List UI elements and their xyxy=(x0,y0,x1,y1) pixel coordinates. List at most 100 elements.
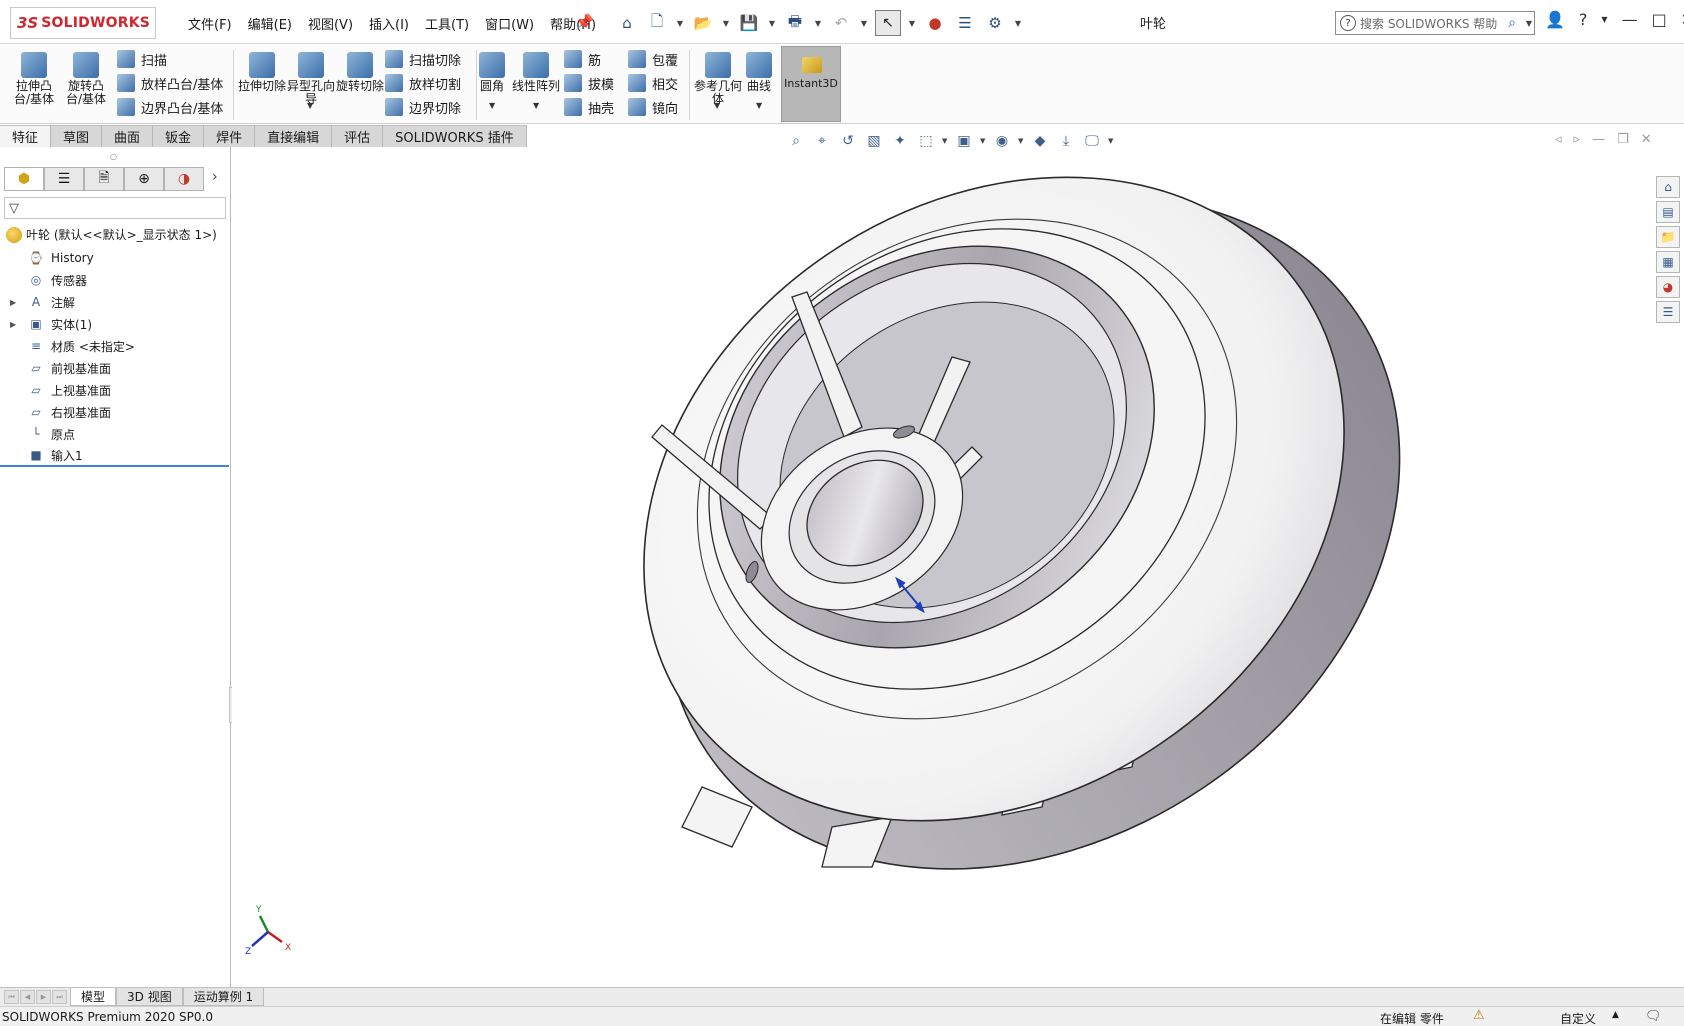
solidworks-resources-icon[interactable]: ⌂ xyxy=(1656,176,1680,198)
tree-item[interactable]: ◎ 传感器 xyxy=(0,269,229,291)
design-library-icon[interactable]: ▤ xyxy=(1656,201,1680,223)
mirror-button[interactable]: 镜向 xyxy=(628,96,678,118)
options-icon[interactable]: ⚙ xyxy=(983,11,1007,35)
tree-item[interactable]: └ 原点 xyxy=(0,423,229,445)
viewport-close-icon[interactable]: ✕ xyxy=(1641,132,1652,147)
pin-menu-icon[interactable]: 📌 xyxy=(575,13,594,31)
select-icon[interactable]: ↖ xyxy=(875,10,901,36)
intersect-button[interactable]: 相交 xyxy=(628,72,678,94)
wrap-button[interactable]: 包覆 xyxy=(628,48,678,70)
filter-icon[interactable]: ▽ xyxy=(9,201,19,216)
appearances-icon[interactable]: ◕ xyxy=(1656,276,1680,298)
unit-system[interactable]: 自定义 xyxy=(1560,1010,1596,1026)
search-input[interactable]: 搜索 SOLIDWORKS 帮助 xyxy=(1360,15,1497,32)
view-palette-icon[interactable]: ▦ xyxy=(1656,251,1680,273)
previous-tab-icon[interactable]: ◀ xyxy=(20,990,35,1004)
search-icon[interactable]: ⌕ xyxy=(1508,15,1516,31)
feedback-icon[interactable]: 🗨 xyxy=(1645,1009,1662,1024)
shell-button[interactable]: 抽壳 xyxy=(564,96,614,118)
file-explorer-icon[interactable]: 📁 xyxy=(1656,226,1680,248)
reference-geometry-dropdown-icon[interactable]: ▼ xyxy=(714,101,720,110)
linear-pattern-dropdown-icon[interactable]: ▼ xyxy=(533,101,539,110)
select-dropdown-icon[interactable]: ▼ xyxy=(907,11,917,35)
menu-window[interactable]: 窗口(W) xyxy=(477,12,542,35)
rib-button[interactable]: 筋 xyxy=(564,48,601,70)
extrude-cut-button[interactable]: 拉伸切除 xyxy=(236,52,288,93)
undo-icon[interactable]: ↶ xyxy=(829,11,853,35)
print-dropdown-icon[interactable]: ▼ xyxy=(813,11,823,35)
view-orientation-dropdown-icon[interactable]: ▼ xyxy=(942,137,948,145)
last-tab-icon[interactable]: ⏭ xyxy=(52,990,67,1004)
tab-features[interactable]: 特征 xyxy=(0,125,52,147)
tree-item[interactable]: ▶ A 注解 xyxy=(0,291,229,313)
hide-show-dropdown-icon[interactable]: ▼ xyxy=(1018,137,1024,145)
view-settings-dropdown-icon[interactable]: ▼ xyxy=(1108,137,1114,145)
tab-sketch[interactable]: 草图 xyxy=(51,125,103,147)
rebuild-icon[interactable]: ● xyxy=(923,11,947,35)
tree-item[interactable]: ▶ ▣ 实体(1) xyxy=(0,313,229,335)
tab-evaluate[interactable]: 评估 xyxy=(332,125,384,147)
swept-cut-button[interactable]: 扫描切除 xyxy=(385,48,461,70)
search-box[interactable]: ? 搜索 SOLIDWORKS 帮助 ⌕ ▼ xyxy=(1335,11,1535,35)
first-tab-icon[interactable]: ⏮ xyxy=(4,990,19,1004)
draft-button[interactable]: 拔模 xyxy=(564,72,614,94)
solidworks-logo[interactable]: 3S SOLIDWORKS xyxy=(10,7,156,39)
fillet-button[interactable]: 圆角 xyxy=(467,52,517,93)
tree-root-part[interactable]: 叶轮 (默认<<默认>_显示状态 1>) xyxy=(6,226,217,243)
menu-file[interactable]: 文件(F) xyxy=(180,12,240,35)
minimize-icon[interactable]: — xyxy=(1622,10,1638,29)
home-icon[interactable]: ⌂ xyxy=(615,11,639,35)
save-dropdown-icon[interactable]: ▼ xyxy=(767,11,777,35)
new-document-icon[interactable]: 🗋 xyxy=(645,11,669,35)
expand-arrow-icon[interactable]: ▶ xyxy=(10,298,16,307)
tree-item[interactable]: ■ 输入1 xyxy=(0,445,229,467)
curves-button[interactable]: 曲线 xyxy=(734,52,784,93)
tree-item[interactable]: ▱ 右视基准面 xyxy=(0,401,229,423)
tab-model[interactable]: 模型 xyxy=(70,988,117,1006)
revolve-cut-button[interactable]: 旋转切除 xyxy=(334,52,386,93)
menu-insert[interactable]: 插入(I) xyxy=(361,12,417,35)
rebuild-status-icon[interactable]: ⚠ xyxy=(1473,1008,1485,1023)
tab-3d-views[interactable]: 3D 视图 xyxy=(116,988,183,1006)
linear-pattern-button[interactable]: 线性阵列 xyxy=(511,52,561,93)
print-icon[interactable]: 🖶 xyxy=(783,11,807,35)
tab-motion-study[interactable]: 运动算例 1 xyxy=(182,988,265,1006)
panel-splitter-handle[interactable]: ○ xyxy=(110,152,117,161)
revolve-boss-button[interactable]: 旋转凸台/基体 xyxy=(60,52,112,106)
tab-sheet-metal[interactable]: 钣金 xyxy=(153,125,205,147)
display-style-dropdown-icon[interactable]: ▼ xyxy=(980,137,986,145)
menu-tools[interactable]: 工具(T) xyxy=(417,12,477,35)
configuration-manager-tab-icon[interactable]: 🗎 xyxy=(84,167,124,191)
tab-solidworks-addins[interactable]: SOLIDWORKS 插件 xyxy=(383,125,527,147)
tab-surfaces[interactable]: 曲面 xyxy=(102,125,154,147)
expand-arrow-icon[interactable]: ▶ xyxy=(10,320,16,329)
feature-manager-tab-icon[interactable]: ⬢ xyxy=(4,167,44,191)
tab-weldments[interactable]: 焊件 xyxy=(204,125,256,147)
loft-boss-button[interactable]: 放样凸台/基体 xyxy=(117,72,223,94)
lofted-cut-button[interactable]: 放样切割 xyxy=(385,72,461,94)
viewport-restore-icon[interactable]: ❐ xyxy=(1617,132,1629,147)
previous-document-icon[interactable]: ◃ xyxy=(1555,132,1562,147)
extrude-boss-button[interactable]: 拉伸凸台/基体 xyxy=(8,52,60,106)
search-dropdown-icon[interactable]: ▼ xyxy=(1524,11,1534,35)
hole-wizard-button[interactable]: 异型孔向导 xyxy=(285,52,337,106)
fillet-dropdown-icon[interactable]: ▼ xyxy=(489,101,495,110)
maximize-icon[interactable]: □ xyxy=(1652,10,1667,29)
tree-item[interactable]: ⌚ History xyxy=(0,247,229,269)
dimxpert-manager-tab-icon[interactable]: ⊕ xyxy=(124,167,164,191)
undo-dropdown-icon[interactable]: ▼ xyxy=(859,11,869,35)
hole-wizard-dropdown-icon[interactable]: ▼ xyxy=(307,101,313,110)
menu-view[interactable]: 视图(V) xyxy=(300,12,361,35)
help-icon[interactable]: ? xyxy=(1579,10,1588,29)
property-manager-tab-icon[interactable]: ☰ xyxy=(44,167,84,191)
display-manager-tab-icon[interactable]: ◑ xyxy=(164,167,204,191)
save-icon[interactable]: 💾 xyxy=(737,11,761,35)
boundary-cut-button[interactable]: 边界切除 xyxy=(385,96,461,118)
help-dropdown-icon[interactable]: ▼ xyxy=(1601,15,1607,24)
open-dropdown-icon[interactable]: ▼ xyxy=(721,11,731,35)
open-icon[interactable]: 📂 xyxy=(691,11,715,35)
sweep-button[interactable]: 扫描 xyxy=(117,48,167,70)
chevron-right-icon[interactable]: › xyxy=(212,169,218,185)
options-dropdown-icon[interactable]: ▼ xyxy=(1013,11,1023,35)
viewport-minimize-icon[interactable]: — xyxy=(1592,132,1605,147)
